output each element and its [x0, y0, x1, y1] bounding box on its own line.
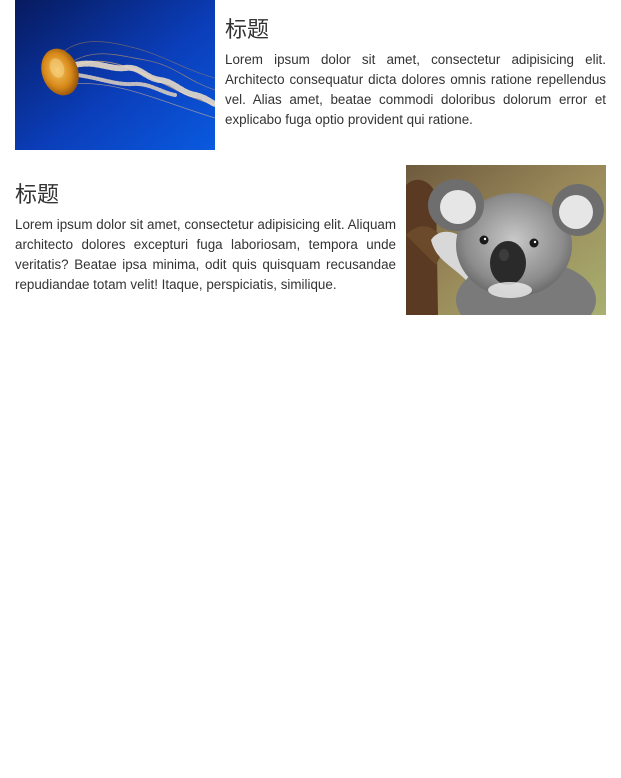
media-body: 标题 Lorem ipsum dolor sit amet, consectet…: [15, 165, 396, 295]
media-item: 标题 Lorem ipsum dolor sit amet, consectet…: [15, 0, 606, 150]
koala-image: [406, 165, 606, 315]
jellyfish-image: [15, 0, 215, 150]
media-paragraph: Lorem ipsum dolor sit amet, consectetur …: [225, 52, 606, 127]
media-heading: 标题: [225, 18, 270, 43]
media-body: 标题 Lorem ipsum dolor sit amet, consectet…: [225, 0, 606, 130]
media-heading: 标题: [15, 183, 60, 208]
media-paragraph: Lorem ipsum dolor sit amet, consectetur …: [15, 217, 396, 292]
media-item: 标题 Lorem ipsum dolor sit amet, consectet…: [15, 165, 606, 320]
